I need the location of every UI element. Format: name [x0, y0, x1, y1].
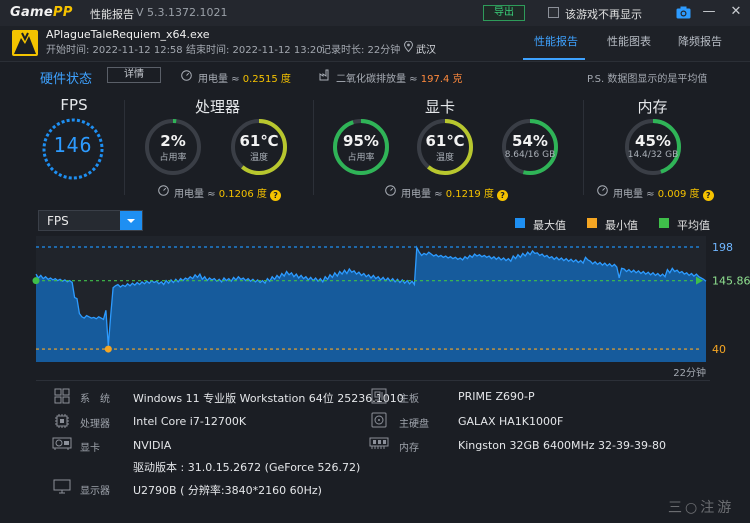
gpu-usage-value: 95% — [343, 132, 379, 150]
tab-performance-chart[interactable]: 性能图表 — [607, 33, 651, 49]
graphics-card-icon — [52, 437, 72, 450]
cpu-power: 用电量 ≈ 0.1206 度 ? — [174, 185, 282, 201]
minimize-button[interactable]: — — [700, 3, 718, 21]
cpu-title: 处理器 — [194, 98, 240, 116]
close-button[interactable]: ✕ — [727, 3, 745, 21]
help-icon[interactable]: ? — [702, 190, 714, 201]
monitor-icon — [53, 479, 71, 494]
export-button[interactable]: 导出 — [483, 5, 525, 21]
memory-usage-value: 45% — [635, 132, 671, 150]
gpu-temp-label: 温度 — [435, 153, 454, 163]
legend-avg-swatch — [659, 218, 669, 228]
gpu-power: 用电量 ≈ 0.1219 度 ? — [401, 185, 509, 201]
game-icon — [12, 30, 38, 56]
fps-title: FPS — [60, 96, 88, 114]
dont-show-checkbox[interactable] — [548, 7, 559, 18]
tab-performance-report[interactable]: 性能报告 — [534, 33, 578, 49]
report-header: APlagueTaleRequiem_x64.exe 开始时间: 2022-11… — [0, 26, 750, 62]
dont-show-label: 该游戏不再显示 — [565, 8, 642, 21]
gpu-title: 显卡 — [424, 98, 455, 116]
legend-avg: 平均值 — [677, 219, 710, 232]
cpu-usage-label: 占用率 — [159, 153, 187, 163]
gpu-key: 显卡 — [80, 443, 100, 454]
average-note: P.S. 数据图显示的是平均值 — [587, 74, 708, 85]
gpu-usage-label: 占用率 — [347, 153, 375, 163]
location: 武汉 — [416, 45, 436, 56]
gpu-driver-value: 驱动版本 : 31.0.15.2672 (GeForce 526.72) — [133, 461, 361, 474]
os-key: 系 统 — [80, 394, 110, 405]
divider — [313, 100, 314, 195]
legend-min-swatch — [587, 218, 597, 228]
total-power: 用电量 ≈ 0.2515 度 — [198, 74, 291, 85]
memory-power-meter-icon — [597, 185, 608, 196]
cpu-power-meter-icon — [158, 185, 169, 196]
cpu-temp-value: 61℃ — [239, 132, 279, 150]
end-time: 结束时间: 2022-11-12 13:20 — [186, 45, 323, 56]
ram-key: 内存 — [399, 443, 419, 454]
os-value: Windows 11 专业版 Workstation 64位 25236.101… — [133, 392, 404, 405]
disk-value: GALAX HA1K1000F — [458, 415, 564, 428]
gpu-memory-value: 54% — [512, 132, 548, 150]
help-icon[interactable]: ? — [270, 190, 282, 201]
tab-throttle-report[interactable]: 降频报告 — [678, 33, 722, 49]
active-tab-indicator — [523, 58, 585, 60]
board-key: 主板 — [399, 394, 419, 405]
watermark: 三○注游 — [668, 500, 735, 516]
app-version: V 5.3.1372.1021 — [136, 6, 228, 19]
motherboard-icon — [371, 388, 387, 404]
time-end-label: 22分钟 — [673, 366, 706, 379]
divider — [583, 100, 584, 195]
memory-power: 用电量 ≈ 0.009 度 ? — [613, 185, 714, 201]
max-value-label: 198 — [712, 241, 733, 254]
fps-value: 146 — [53, 133, 93, 157]
details-button[interactable]: 详情 — [107, 67, 161, 83]
hard-disk-icon — [371, 412, 387, 428]
power-meter-icon — [181, 70, 192, 81]
hardware-status-title: 硬件状态 — [40, 72, 93, 87]
cpu-chip-icon — [55, 414, 69, 428]
divider — [124, 100, 125, 195]
memory-stick-icon — [369, 437, 389, 449]
divider — [36, 380, 710, 381]
avg-value-label: 145.86 — [712, 275, 750, 288]
cpu-value: Intel Core i7-12700K — [133, 415, 247, 428]
windows-icon — [54, 388, 70, 404]
co2-factory-icon — [319, 69, 329, 81]
camera-icon[interactable] — [676, 6, 691, 19]
cpu-usage-value: 2% — [160, 132, 186, 150]
board-value: PRIME Z690-P — [458, 390, 535, 403]
title-bar: GamePP 性能报告 V 5.3.1372.1021 导出 该游戏不再显示 —… — [0, 0, 750, 26]
gpu-value: NVIDIA — [133, 439, 172, 452]
legend-max: 最大值 — [533, 219, 566, 232]
disk-key: 主硬盘 — [399, 419, 429, 430]
cpu-key: 处理器 — [80, 419, 110, 430]
game-name: APlagueTaleRequiem_x64.exe — [46, 28, 210, 41]
monitor-value: U2790B ( 分辨率:3840*2160 60Hz) — [133, 484, 322, 497]
min-point-marker — [104, 345, 112, 353]
metric-select-value: FPS — [47, 214, 69, 228]
fps-area-chart: 198 145.86 40 22分钟 — [32, 236, 750, 379]
gpu-temp-value: 61℃ — [425, 132, 465, 150]
legend-min: 最小值 — [605, 219, 638, 232]
gpu-memory-label: 8.64/16 GB — [504, 150, 556, 160]
app-title: 性能报告 — [90, 8, 134, 21]
avg-start-marker — [32, 277, 40, 285]
metric-select[interactable]: FPS — [38, 210, 143, 231]
co2-emission: 二氧化碳排放量 ≈ 197.4 克 — [336, 74, 463, 85]
chevron-down-icon[interactable] — [120, 211, 142, 230]
monitor-key: 显示器 — [80, 486, 110, 497]
help-icon[interactable]: ? — [497, 190, 509, 201]
gamepp-logo: GamePP — [10, 5, 73, 20]
memory-usage-label: 14.4/32 GB — [627, 150, 679, 160]
memory-title: 内存 — [637, 98, 668, 116]
record-duration: 记录时长: 22分钟 — [321, 45, 401, 56]
min-value-label: 40 — [712, 343, 726, 356]
start-time: 开始时间: 2022-11-12 12:58 — [46, 45, 183, 56]
legend-max-swatch — [515, 218, 525, 228]
location-pin-icon — [404, 41, 413, 52]
cpu-temp-label: 温度 — [249, 153, 268, 163]
ram-value: Kingston 32GB 6400MHz 32-39-39-80 — [458, 439, 666, 452]
gpu-power-meter-icon — [385, 185, 396, 196]
